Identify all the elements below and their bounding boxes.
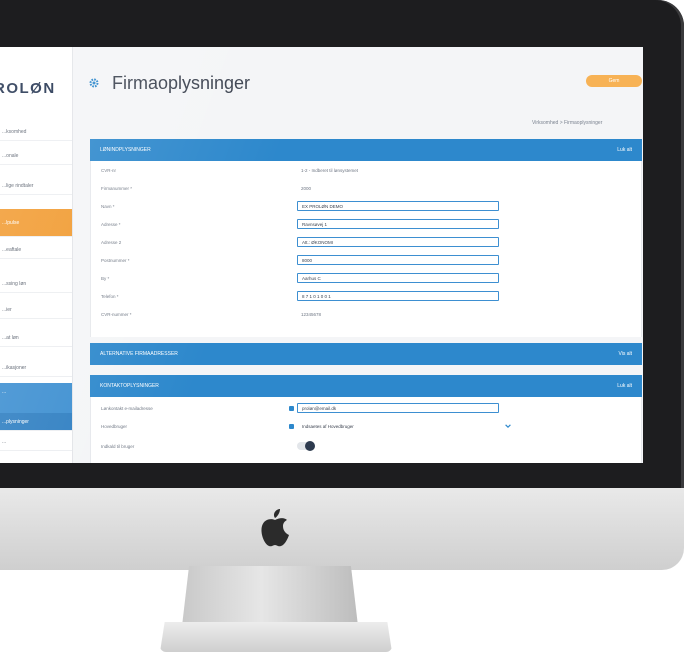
sidebar-item-at-lon[interactable]: ...at løn <box>0 329 72 347</box>
field-label: Hovedbruger <box>101 424 128 429</box>
field-label: CVR-nummer * <box>101 312 132 317</box>
monitor-stand <box>182 566 358 626</box>
field-value: 1-2 - Indberet til lønsystemet <box>301 168 359 173</box>
panel-body-kontaktoplysninger: Lønkontakt e-mailadresse proløn@email.dk… <box>90 397 642 463</box>
field-label: CVR-nr <box>101 168 117 173</box>
field-label: Telefon * <box>101 294 119 299</box>
form-row: Postnummer * 8000 <box>91 253 643 269</box>
sidebar: ROLØN ...ksomhed ...onale ...lige rindta… <box>0 47 73 463</box>
sidebar-item-virksomhed[interactable]: ...ksomhed <box>0 123 72 141</box>
sidebar-item-ikasjoner[interactable]: ...ikasjoner <box>0 359 72 377</box>
form-row: Indkald til bruger <box>91 439 643 455</box>
panel-toggle[interactable]: Luk alt <box>617 139 632 161</box>
name-input[interactable]: EX PROLØN DEMO <box>297 201 499 211</box>
sidebar-item-firmaoplysninger[interactable]: ...plysninger <box>0 413 72 431</box>
panel-header-lonoplysninger[interactable]: LØNINDPLYSNINGER Luk alt <box>90 139 642 161</box>
address2-input[interactable]: Att.: ØKONOMI <box>297 237 499 247</box>
chevron-down-icon[interactable] <box>505 423 511 429</box>
sidebar-item-lpulse[interactable]: ...lpulse <box>0 209 72 237</box>
screen: ROLØN ...ksomhed ...onale ...lige rindta… <box>0 47 643 463</box>
panel-toggle[interactable]: Luk alt <box>617 375 632 397</box>
form-row: By * Aarhus C <box>91 271 643 287</box>
field-label: Firmanummer * <box>101 186 133 191</box>
email-input[interactable]: proløn@email.dk <box>297 403 499 413</box>
main-user-select[interactable]: Indsaetes af Hovedbruger <box>297 421 499 431</box>
monitor-chin <box>0 488 684 570</box>
field-label: Postnummer * <box>101 258 130 263</box>
info-icon <box>289 424 294 429</box>
gear-icon <box>89 78 99 88</box>
form-row: Hovedbruger Indsaetes af Hovedbruger <box>91 419 643 435</box>
sidebar-item-ssing-lon[interactable]: ...ssing løn <box>0 275 72 293</box>
address-input[interactable]: Ravnsøvej 1 <box>297 219 499 229</box>
field-value: 2000 <box>301 186 312 191</box>
brand-logo: ROLØN <box>0 80 56 97</box>
main-content: Firmaoplysninger Gem Virksomhed > Firmao… <box>72 47 643 463</box>
title-row: Firmaoplysninger <box>88 71 250 95</box>
form-row: Firmanummer * 2000 <box>91 181 643 197</box>
postal-code-input[interactable]: 8000 <box>297 255 499 265</box>
info-icon <box>289 406 294 411</box>
form-row: CVR-nr 1-2 - Indberet til lønsystemet <box>91 163 643 179</box>
field-label: Adresse * <box>101 222 121 227</box>
panel-toggle[interactable]: Vis alt <box>618 343 632 365</box>
panel-header-kontaktoplysninger[interactable]: KONTAKTOPLYSNINGER Luk alt <box>90 375 642 397</box>
sidebar-item-rindtaler[interactable]: ...lige rindtaler <box>0 177 72 195</box>
field-label: Indkald til bruger <box>101 444 135 449</box>
field-label: By * <box>101 276 110 281</box>
field-label: Adresse 2 <box>101 240 122 245</box>
field-label: Navn * <box>101 204 115 209</box>
form-row: Adresse * Ravnsøvej 1 <box>91 217 643 233</box>
phone-input[interactable]: 8 7 1 0 1 0 0 1 <box>297 291 499 301</box>
form-row: CVR-nummer * 12345678 <box>91 307 643 323</box>
panel-body-lonoplysninger: CVR-nr 1-2 - Indberet til lønsystemet Fi… <box>90 161 642 337</box>
breadcrumb[interactable]: Virksomhed > Firmaoplysninger <box>532 120 602 126</box>
panel-title: KONTAKTOPLYSNINGER <box>100 383 159 389</box>
field-label: Lønkontakt e-mailadresse <box>101 406 153 411</box>
field-value: 12345678 <box>301 312 322 317</box>
form-row: Adresse 2 Att.: ØKONOMI <box>91 235 643 251</box>
sidebar-item-eaftale[interactable]: ...eaftale <box>0 241 72 259</box>
sidebar-item-more[interactable]: ... <box>0 433 72 451</box>
city-input[interactable]: Aarhus C <box>297 273 499 283</box>
panel-title: LØNINDPLYSNINGER <box>100 147 151 153</box>
toggle-switch[interactable] <box>297 441 317 451</box>
form-row: Navn * EX PROLØN DEMO <box>91 199 643 215</box>
sidebar-item-personale[interactable]: ...onale <box>0 147 72 165</box>
form-row: Telefon * 8 7 1 0 1 0 0 1 <box>91 289 643 305</box>
panel-header-alternative-adresser[interactable]: ALTERNATIVE FIRMAADRESSER Vis alt <box>90 343 642 365</box>
save-button[interactable]: Gem <box>586 75 642 87</box>
form-row: Lønkontakt e-mailadresse proløn@email.dk <box>91 401 643 417</box>
monitor-stand-base <box>160 622 392 652</box>
sidebar-item-ier[interactable]: ...ier <box>0 301 72 319</box>
page-title: Firmaoplysninger <box>112 72 251 93</box>
panel-title: ALTERNATIVE FIRMAADRESSER <box>100 351 178 357</box>
apple-logo-icon <box>261 509 289 547</box>
